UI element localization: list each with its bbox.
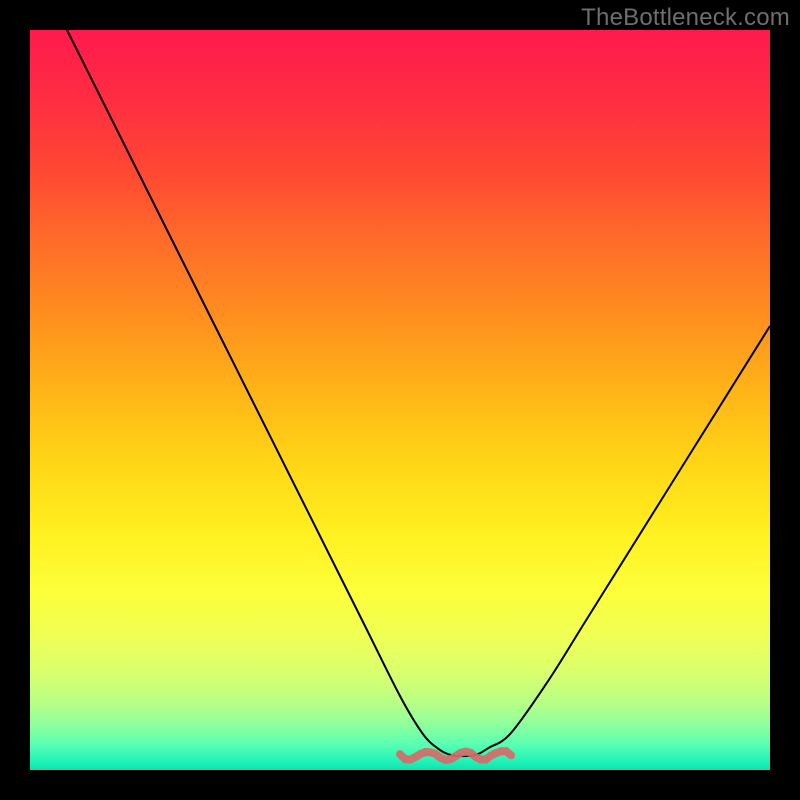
- chart-frame: TheBottleneck.com: [0, 0, 800, 800]
- watermark-label: TheBottleneck.com: [581, 4, 790, 32]
- plot-area: [30, 30, 770, 770]
- optimal-range-highlight: [400, 751, 511, 760]
- bottleneck-curve: [67, 30, 770, 756]
- chart-svg: [30, 30, 770, 770]
